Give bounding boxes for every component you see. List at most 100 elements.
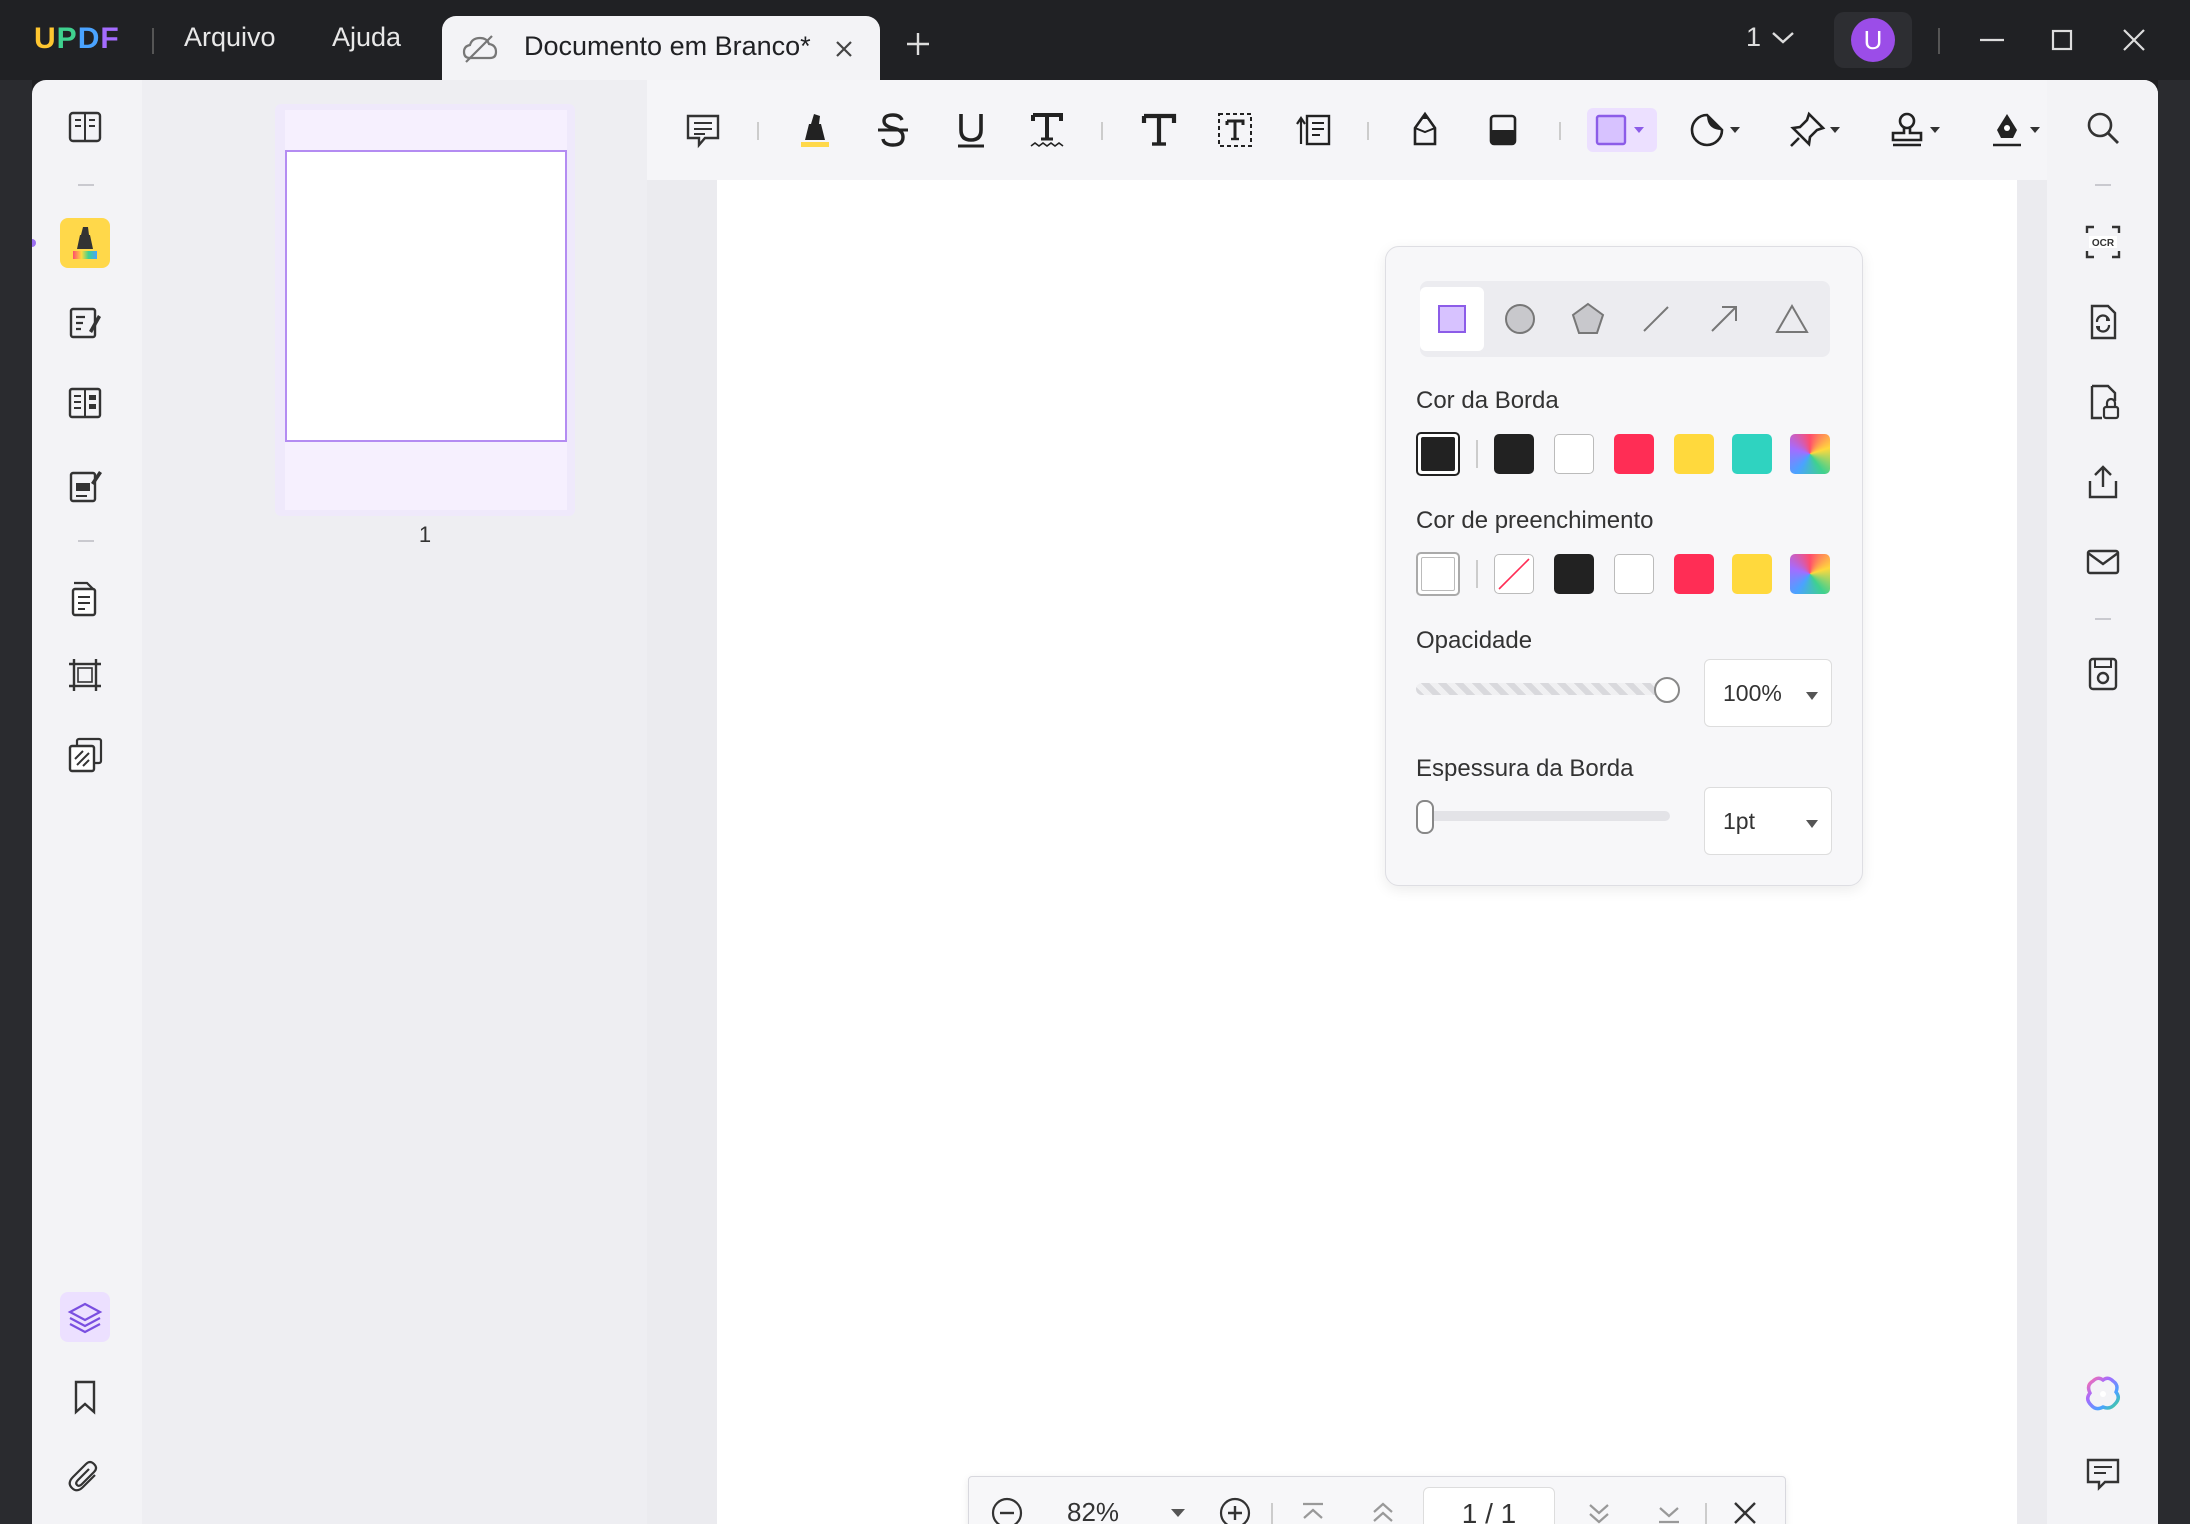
form-edit-icon bbox=[65, 467, 105, 507]
close-icon bbox=[1730, 1498, 1760, 1524]
squiggly-icon bbox=[1027, 110, 1067, 150]
fill-color-none[interactable] bbox=[1494, 554, 1534, 594]
signature-tool[interactable] bbox=[1987, 108, 2043, 152]
close-tab-icon[interactable] bbox=[830, 35, 858, 63]
fill-color-current[interactable] bbox=[1416, 552, 1460, 596]
mail-icon bbox=[2084, 543, 2122, 581]
minimize-icon[interactable] bbox=[1972, 20, 2012, 60]
shape-rectangle-button[interactable] bbox=[1420, 287, 1484, 351]
text-callout-tool[interactable] bbox=[1293, 108, 1333, 152]
zoom-dropdown[interactable] bbox=[1163, 1495, 1193, 1524]
close-window-icon[interactable] bbox=[2114, 20, 2154, 60]
save-button[interactable] bbox=[2083, 654, 2123, 694]
pentagon-icon bbox=[1570, 301, 1606, 337]
border-width-slider-thumb[interactable] bbox=[1416, 800, 1434, 834]
ocr-button[interactable]: OCR bbox=[2083, 222, 2123, 262]
border-width-slider[interactable] bbox=[1416, 811, 1670, 821]
shape-ellipse-button[interactable] bbox=[1488, 287, 1552, 351]
strikethrough-tool[interactable] bbox=[873, 108, 913, 152]
chevron-down-icon[interactable] bbox=[1770, 26, 1796, 48]
fill-color-custom[interactable] bbox=[1790, 554, 1830, 594]
pin-tool[interactable] bbox=[1787, 108, 1843, 152]
nav-separator bbox=[1705, 1503, 1707, 1524]
fill-color-white[interactable] bbox=[1614, 554, 1654, 594]
opacity-slider[interactable] bbox=[1416, 683, 1666, 695]
opacity-select[interactable]: 100% bbox=[1704, 659, 1832, 727]
reader-mode-button[interactable] bbox=[60, 102, 110, 152]
border-color-red[interactable] bbox=[1614, 434, 1654, 474]
organize-pages-button[interactable] bbox=[60, 574, 110, 624]
thumbnail-page bbox=[285, 150, 567, 442]
textbox-tool[interactable] bbox=[1215, 108, 1255, 152]
border-color-white[interactable] bbox=[1554, 434, 1594, 474]
opacity-slider-thumb[interactable] bbox=[1654, 677, 1680, 703]
menu-arquivo[interactable]: Arquivo bbox=[184, 22, 276, 53]
shape-line-button[interactable] bbox=[1624, 287, 1688, 351]
share-button[interactable] bbox=[2083, 462, 2123, 502]
toolbar-separator bbox=[1559, 122, 1561, 140]
text-icon bbox=[1139, 110, 1179, 150]
signature-icon bbox=[1987, 110, 2027, 150]
title-separator bbox=[1938, 28, 1940, 54]
form-button[interactable] bbox=[60, 462, 110, 512]
close-navbar-button[interactable] bbox=[1725, 1495, 1765, 1524]
page-number-input[interactable]: 1 / 1 bbox=[1423, 1487, 1555, 1524]
layers-button[interactable] bbox=[60, 1292, 110, 1342]
shape-type-selector bbox=[1420, 281, 1830, 357]
caret-down-icon bbox=[1631, 122, 1647, 138]
squiggly-tool[interactable] bbox=[1027, 108, 1067, 152]
shape-triangle-button[interactable] bbox=[1760, 287, 1824, 351]
highlight-tool[interactable] bbox=[795, 108, 835, 152]
zoom-in-button[interactable] bbox=[1215, 1495, 1255, 1524]
attachment-button[interactable] bbox=[60, 1452, 110, 1502]
next-page-button[interactable] bbox=[1579, 1495, 1619, 1524]
border-color-black[interactable] bbox=[1494, 434, 1534, 474]
page-thumbnail[interactable] bbox=[275, 104, 575, 516]
search-button[interactable] bbox=[2083, 108, 2123, 148]
comment-tool[interactable] bbox=[683, 108, 723, 152]
fill-color-yellow[interactable] bbox=[1732, 554, 1772, 594]
border-color-custom[interactable] bbox=[1790, 434, 1830, 474]
sticker-tool[interactable] bbox=[1687, 108, 1743, 152]
underline-tool[interactable] bbox=[951, 108, 991, 152]
eraser-tool[interactable] bbox=[1483, 108, 1523, 152]
previous-page-button[interactable] bbox=[1363, 1495, 1403, 1524]
new-tab-plus-icon[interactable] bbox=[902, 28, 934, 60]
comments-list-button[interactable] bbox=[2083, 1454, 2123, 1494]
updf-logo[interactable]: UPDF bbox=[34, 22, 120, 56]
crop-button[interactable] bbox=[60, 650, 110, 700]
border-color-teal[interactable] bbox=[1732, 434, 1772, 474]
fill-color-black[interactable] bbox=[1554, 554, 1594, 594]
zoom-level[interactable]: 82% bbox=[1067, 1497, 1119, 1524]
strikethrough-icon bbox=[873, 110, 913, 150]
zoom-out-button[interactable] bbox=[987, 1495, 1027, 1524]
convert-button[interactable] bbox=[2083, 302, 2123, 342]
window-count[interactable]: 1 bbox=[1746, 22, 1761, 53]
border-width-select[interactable]: 1pt bbox=[1704, 787, 1832, 855]
border-color-yellow[interactable] bbox=[1674, 434, 1714, 474]
page-layout-button[interactable] bbox=[60, 378, 110, 428]
fill-color-red[interactable] bbox=[1674, 554, 1714, 594]
shape-tool[interactable] bbox=[1587, 108, 1657, 152]
bookmark-button[interactable] bbox=[60, 1372, 110, 1422]
save-disk-icon bbox=[2084, 655, 2122, 693]
first-page-button[interactable] bbox=[1293, 1495, 1333, 1524]
document-tab[interactable]: Documento em Branco* bbox=[442, 16, 880, 82]
watermark-button[interactable] bbox=[60, 730, 110, 780]
stamp-tool[interactable] bbox=[1887, 108, 1943, 152]
text-tool[interactable] bbox=[1139, 108, 1179, 152]
account-button[interactable]: U bbox=[1834, 12, 1912, 68]
shape-arrow-button[interactable] bbox=[1692, 287, 1756, 351]
protect-button[interactable] bbox=[2083, 382, 2123, 422]
comment-mode-button[interactable] bbox=[60, 218, 110, 268]
pencil-tool[interactable] bbox=[1405, 108, 1445, 152]
maximize-icon[interactable] bbox=[2042, 20, 2082, 60]
last-page-button[interactable] bbox=[1649, 1495, 1689, 1524]
menu-ajuda[interactable]: Ajuda bbox=[332, 22, 401, 53]
shape-polygon-button[interactable] bbox=[1556, 287, 1620, 351]
ai-assistant-button[interactable] bbox=[2083, 1374, 2123, 1414]
edit-pdf-button[interactable] bbox=[60, 298, 110, 348]
email-button[interactable] bbox=[2083, 542, 2123, 582]
border-color-current[interactable] bbox=[1416, 432, 1460, 476]
thumbnail-page-number: 1 bbox=[418, 522, 432, 547]
